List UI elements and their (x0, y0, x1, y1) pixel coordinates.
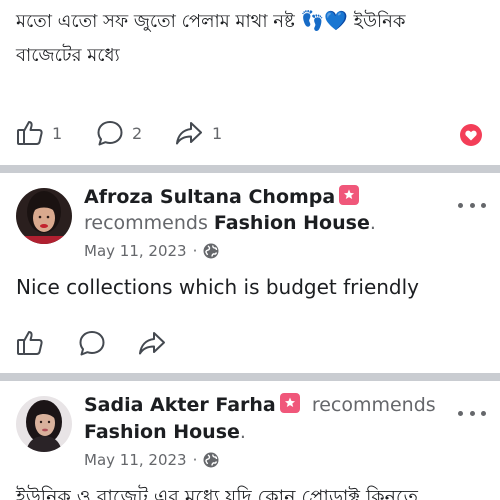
action-bar (0, 325, 500, 361)
more-options-button[interactable] (458, 403, 486, 423)
feed-divider (0, 165, 500, 173)
share-button[interactable]: 1 (174, 115, 222, 151)
dot-icon (469, 202, 475, 208)
like-icon (17, 331, 43, 355)
recommendation-post: Afroza Sultana Chompa recommends Fashion… (0, 173, 500, 373)
share-icon (176, 122, 202, 145)
share-icon (139, 332, 165, 355)
like-button[interactable] (16, 325, 44, 361)
post-header-line2: recommends Fashion House. (84, 210, 376, 236)
like-button[interactable]: 1 (16, 115, 62, 151)
dot-icon (481, 410, 486, 416)
love-icon[interactable] (460, 124, 482, 146)
comment-icon (97, 121, 123, 146)
action-bar: 1 2 1 (0, 115, 500, 151)
post-date[interactable]: May 11, 2023 (84, 242, 187, 260)
author-name[interactable]: Afroza Sultana Chompa (84, 186, 335, 208)
post-date[interactable]: May 11, 2023 (84, 451, 187, 469)
post-text-line2: বাজেটের মধ্যে (16, 45, 120, 66)
dot-icon (458, 202, 463, 208)
period: . (239, 421, 246, 443)
post-text: ইউনিক ও বাজেট এর মধ্যে যদি কোন প্রোডাক্ট… (16, 486, 418, 500)
feed-divider (0, 373, 500, 381)
post-text-line1-end: ইউনিক (353, 11, 406, 32)
page-name-link[interactable]: Fashion House (84, 421, 240, 443)
post-text: মতো এতো সফ জুতো পেলাম মাথা নষ্ট 👣💙 ইউনিক… (16, 4, 486, 73)
meta-separator: · (192, 451, 198, 469)
post-meta: May 11, 2023 · (84, 451, 219, 469)
comment-button[interactable] (78, 325, 106, 361)
dot-icon (458, 410, 463, 416)
period: . (369, 212, 376, 234)
post-meta: May 11, 2023 · (84, 242, 219, 260)
like-icon (17, 121, 43, 145)
comment-icon (79, 331, 105, 356)
recommend-badge-icon (279, 393, 300, 413)
page-name-link[interactable]: Fashion House (214, 212, 370, 234)
dot-icon (481, 202, 486, 208)
globe-icon (203, 452, 219, 468)
heart-icon (465, 130, 477, 140)
author-name[interactable]: Sadia Akter Farha (84, 394, 276, 416)
globe-icon (203, 243, 219, 259)
share-count: 1 (212, 123, 223, 143)
comment-button[interactable]: 2 (96, 115, 142, 151)
previous-post: মতো এতো সফ জুতো পেলাম মাথা নষ্ট 👣💙 ইউনিক… (0, 0, 500, 165)
post-header: Afroza Sultana Chompa (84, 184, 360, 210)
post-header: Sadia Akter Farha recommends (84, 392, 436, 418)
meta-separator: · (192, 242, 198, 260)
recommends-label: recommends (84, 212, 208, 234)
avatar[interactable] (16, 396, 72, 452)
recommends-label: recommends (311, 394, 436, 416)
like-count: 1 (52, 123, 63, 143)
share-button[interactable] (137, 325, 167, 361)
post-text: Nice collections which is budget friendl… (16, 275, 420, 299)
recommendation-post: Sadia Akter Farha recommends Fashion Hou… (0, 381, 500, 500)
more-options-button[interactable] (458, 195, 486, 215)
comment-count: 2 (132, 123, 143, 143)
avatar[interactable] (16, 188, 72, 244)
recommend-badge-icon (339, 185, 360, 205)
dot-icon (469, 410, 475, 416)
post-text-line1: মতো এতো সফ জুতো পেলাম মাথা নষ্ট (16, 11, 295, 32)
footprints-heart-emoji: 👣💙 (300, 10, 348, 32)
post-header-line2: Fashion House. (84, 419, 246, 445)
